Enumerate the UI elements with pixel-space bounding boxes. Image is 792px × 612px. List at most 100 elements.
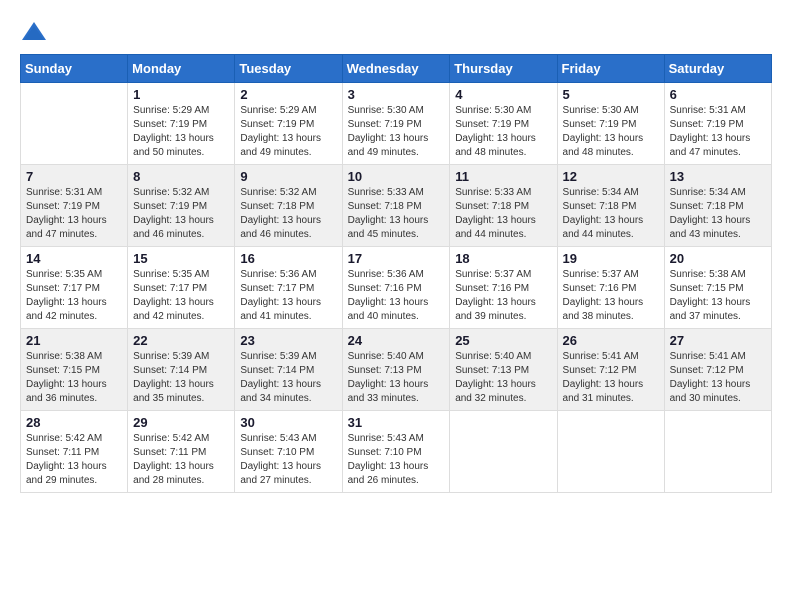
day-info: Sunrise: 5:37 AM Sunset: 7:16 PM Dayligh… bbox=[455, 268, 551, 324]
day-info: Sunrise: 5:38 AM Sunset: 7:15 PM Dayligh… bbox=[26, 350, 122, 406]
day-number: 22 bbox=[133, 333, 229, 348]
day-number: 6 bbox=[670, 87, 766, 102]
day-number: 7 bbox=[26, 169, 122, 184]
day-number: 1 bbox=[133, 87, 229, 102]
header-cell-wednesday: Wednesday bbox=[342, 55, 450, 83]
calendar-cell bbox=[664, 411, 771, 493]
calendar-cell: 26 Sunrise: 5:41 AM Sunset: 7:12 PM Dayli… bbox=[557, 329, 664, 411]
calendar-cell: 23 Sunrise: 5:39 AM Sunset: 7:14 PM Dayli… bbox=[235, 329, 342, 411]
day-number: 24 bbox=[348, 333, 445, 348]
day-info: Sunrise: 5:37 AM Sunset: 7:16 PM Dayligh… bbox=[563, 268, 659, 324]
calendar-cell: 20 Sunrise: 5:38 AM Sunset: 7:15 PM Dayli… bbox=[664, 247, 771, 329]
day-info: Sunrise: 5:34 AM Sunset: 7:18 PM Dayligh… bbox=[563, 186, 659, 242]
calendar-cell: 3 Sunrise: 5:30 AM Sunset: 7:19 PM Daylig… bbox=[342, 83, 450, 165]
day-number: 12 bbox=[563, 169, 659, 184]
week-row-5: 28 Sunrise: 5:42 AM Sunset: 7:11 PM Dayli… bbox=[21, 411, 772, 493]
week-row-4: 21 Sunrise: 5:38 AM Sunset: 7:15 PM Dayli… bbox=[21, 329, 772, 411]
day-info: Sunrise: 5:35 AM Sunset: 7:17 PM Dayligh… bbox=[133, 268, 229, 324]
day-info: Sunrise: 5:31 AM Sunset: 7:19 PM Dayligh… bbox=[26, 186, 122, 242]
day-number: 25 bbox=[455, 333, 551, 348]
calendar-cell: 8 Sunrise: 5:32 AM Sunset: 7:19 PM Daylig… bbox=[128, 165, 235, 247]
calendar-cell: 16 Sunrise: 5:36 AM Sunset: 7:17 PM Dayli… bbox=[235, 247, 342, 329]
calendar-cell: 4 Sunrise: 5:30 AM Sunset: 7:19 PM Daylig… bbox=[450, 83, 557, 165]
calendar-cell: 1 Sunrise: 5:29 AM Sunset: 7:19 PM Daylig… bbox=[128, 83, 235, 165]
calendar-cell: 12 Sunrise: 5:34 AM Sunset: 7:18 PM Dayli… bbox=[557, 165, 664, 247]
calendar-cell: 2 Sunrise: 5:29 AM Sunset: 7:19 PM Daylig… bbox=[235, 83, 342, 165]
day-info: Sunrise: 5:39 AM Sunset: 7:14 PM Dayligh… bbox=[240, 350, 336, 406]
day-info: Sunrise: 5:42 AM Sunset: 7:11 PM Dayligh… bbox=[26, 432, 122, 488]
calendar-table: SundayMondayTuesdayWednesdayThursdayFrid… bbox=[20, 54, 772, 493]
day-info: Sunrise: 5:29 AM Sunset: 7:19 PM Dayligh… bbox=[133, 104, 229, 160]
day-info: Sunrise: 5:33 AM Sunset: 7:18 PM Dayligh… bbox=[455, 186, 551, 242]
logo bbox=[20, 20, 52, 44]
day-info: Sunrise: 5:30 AM Sunset: 7:19 PM Dayligh… bbox=[455, 104, 551, 160]
calendar-cell: 22Sunrise: 5:39 AM Sunset: 7:14 PM Dayli… bbox=[128, 329, 235, 411]
calendar-cell: 30 Sunrise: 5:43 AM Sunset: 7:10 PM Dayli… bbox=[235, 411, 342, 493]
day-number: 28 bbox=[26, 415, 122, 430]
calendar-cell: 7 Sunrise: 5:31 AM Sunset: 7:19 PM Daylig… bbox=[21, 165, 128, 247]
header-cell-tuesday: Tuesday bbox=[235, 55, 342, 83]
day-info: Sunrise: 5:43 AM Sunset: 7:10 PM Dayligh… bbox=[348, 432, 445, 488]
day-info: Sunrise: 5:32 AM Sunset: 7:19 PM Dayligh… bbox=[133, 186, 229, 242]
header-cell-thursday: Thursday bbox=[450, 55, 557, 83]
week-row-2: 7 Sunrise: 5:31 AM Sunset: 7:19 PM Daylig… bbox=[21, 165, 772, 247]
day-number: 13 bbox=[670, 169, 766, 184]
day-number: 9 bbox=[240, 169, 336, 184]
day-number: 10 bbox=[348, 169, 445, 184]
day-number: 5 bbox=[563, 87, 659, 102]
calendar-cell bbox=[557, 411, 664, 493]
header-cell-friday: Friday bbox=[557, 55, 664, 83]
day-info: Sunrise: 5:40 AM Sunset: 7:13 PM Dayligh… bbox=[348, 350, 445, 406]
day-number: 17 bbox=[348, 251, 445, 266]
day-info: Sunrise: 5:36 AM Sunset: 7:16 PM Dayligh… bbox=[348, 268, 445, 324]
day-info: Sunrise: 5:30 AM Sunset: 7:19 PM Dayligh… bbox=[348, 104, 445, 160]
calendar-cell: 18Sunrise: 5:37 AM Sunset: 7:16 PM Dayli… bbox=[450, 247, 557, 329]
calendar-cell: 29Sunrise: 5:42 AM Sunset: 7:11 PM Dayli… bbox=[128, 411, 235, 493]
day-info: Sunrise: 5:33 AM Sunset: 7:18 PM Dayligh… bbox=[348, 186, 445, 242]
calendar-cell: 15Sunrise: 5:35 AM Sunset: 7:17 PM Dayli… bbox=[128, 247, 235, 329]
day-number: 16 bbox=[240, 251, 336, 266]
calendar-cell: 28 Sunrise: 5:42 AM Sunset: 7:11 PM Dayli… bbox=[21, 411, 128, 493]
day-number: 2 bbox=[240, 87, 336, 102]
day-number: 8 bbox=[133, 169, 229, 184]
header-cell-monday: Monday bbox=[128, 55, 235, 83]
day-number: 3 bbox=[348, 87, 445, 102]
calendar-cell: 31Sunrise: 5:43 AM Sunset: 7:10 PM Dayli… bbox=[342, 411, 450, 493]
header-row: SundayMondayTuesdayWednesdayThursdayFrid… bbox=[21, 55, 772, 83]
week-row-1: 1 Sunrise: 5:29 AM Sunset: 7:19 PM Daylig… bbox=[21, 83, 772, 165]
day-number: 26 bbox=[563, 333, 659, 348]
header-cell-sunday: Sunday bbox=[21, 55, 128, 83]
calendar-cell: 25Sunrise: 5:40 AM Sunset: 7:13 PM Dayli… bbox=[450, 329, 557, 411]
day-number: 30 bbox=[240, 415, 336, 430]
day-number: 23 bbox=[240, 333, 336, 348]
day-info: Sunrise: 5:36 AM Sunset: 7:17 PM Dayligh… bbox=[240, 268, 336, 324]
day-info: Sunrise: 5:30 AM Sunset: 7:19 PM Dayligh… bbox=[563, 104, 659, 160]
header-cell-saturday: Saturday bbox=[664, 55, 771, 83]
calendar-cell: 17 Sunrise: 5:36 AM Sunset: 7:16 PM Dayli… bbox=[342, 247, 450, 329]
calendar-cell: 11 Sunrise: 5:33 AM Sunset: 7:18 PM Dayli… bbox=[450, 165, 557, 247]
calendar-cell: 13Sunrise: 5:34 AM Sunset: 7:18 PM Dayli… bbox=[664, 165, 771, 247]
day-number: 20 bbox=[670, 251, 766, 266]
day-info: Sunrise: 5:38 AM Sunset: 7:15 PM Dayligh… bbox=[670, 268, 766, 324]
day-number: 11 bbox=[455, 169, 551, 184]
day-number: 21 bbox=[26, 333, 122, 348]
calendar-cell: 10 Sunrise: 5:33 AM Sunset: 7:18 PM Dayli… bbox=[342, 165, 450, 247]
day-number: 27 bbox=[670, 333, 766, 348]
day-info: Sunrise: 5:41 AM Sunset: 7:12 PM Dayligh… bbox=[670, 350, 766, 406]
calendar-cell: 9 Sunrise: 5:32 AM Sunset: 7:18 PM Daylig… bbox=[235, 165, 342, 247]
day-info: Sunrise: 5:29 AM Sunset: 7:19 PM Dayligh… bbox=[240, 104, 336, 160]
calendar-cell: 27 Sunrise: 5:41 AM Sunset: 7:12 PM Dayli… bbox=[664, 329, 771, 411]
day-info: Sunrise: 5:42 AM Sunset: 7:11 PM Dayligh… bbox=[133, 432, 229, 488]
calendar-cell: 14Sunrise: 5:35 AM Sunset: 7:17 PM Dayli… bbox=[21, 247, 128, 329]
calendar-cell: 24 Sunrise: 5:40 AM Sunset: 7:13 PM Dayli… bbox=[342, 329, 450, 411]
day-number: 19 bbox=[563, 251, 659, 266]
day-info: Sunrise: 5:41 AM Sunset: 7:12 PM Dayligh… bbox=[563, 350, 659, 406]
day-info: Sunrise: 5:32 AM Sunset: 7:18 PM Dayligh… bbox=[240, 186, 336, 242]
day-info: Sunrise: 5:43 AM Sunset: 7:10 PM Dayligh… bbox=[240, 432, 336, 488]
calendar-cell: 5 Sunrise: 5:30 AM Sunset: 7:19 PM Daylig… bbox=[557, 83, 664, 165]
calendar-cell: 19 Sunrise: 5:37 AM Sunset: 7:16 PM Dayli… bbox=[557, 247, 664, 329]
day-number: 4 bbox=[455, 87, 551, 102]
page-header bbox=[20, 20, 772, 44]
calendar-cell bbox=[21, 83, 128, 165]
calendar-cell: 21 Sunrise: 5:38 AM Sunset: 7:15 PM Dayli… bbox=[21, 329, 128, 411]
